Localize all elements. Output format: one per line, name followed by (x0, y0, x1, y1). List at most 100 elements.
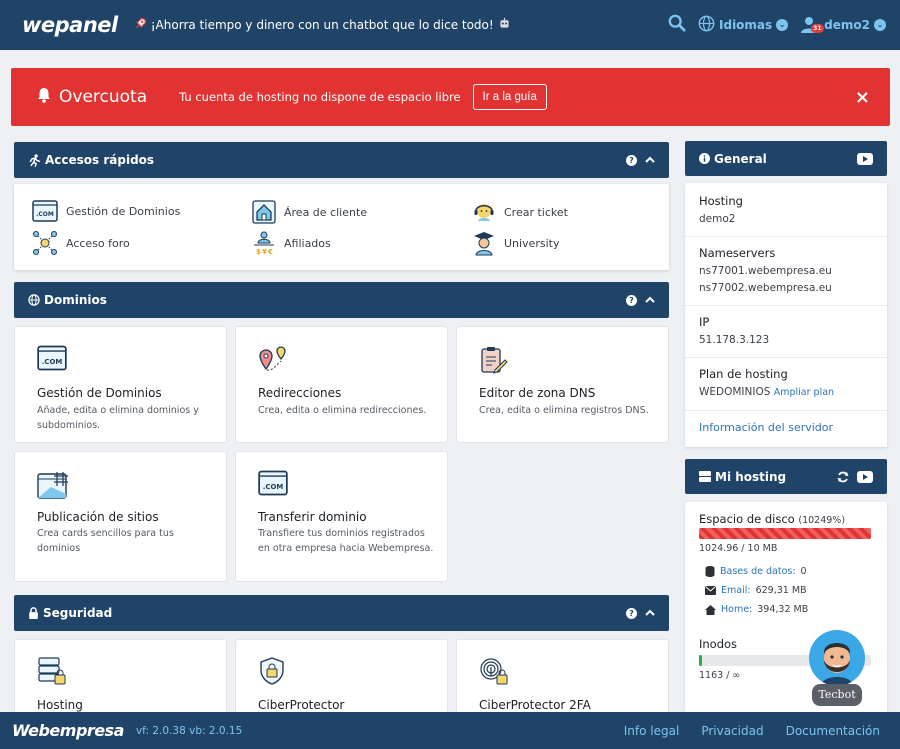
domains-header[interactable]: Dominios ? (14, 282, 669, 318)
security-header[interactable]: Seguridad ? (14, 595, 669, 631)
card-ciberprotector-2fa[interactable]: CiberProtector 2FA (456, 639, 669, 719)
help-icon[interactable]: ? (626, 607, 637, 619)
languages-label: Idiomas (719, 18, 773, 32)
quick-link-label: Gestión de Dominios (66, 204, 181, 218)
home-line: Home: 394,32 MB (705, 604, 873, 615)
promo-text: ¡Ahorra tiempo y dinero con un chatbot q… (150, 18, 494, 32)
databases-line: Bases de datos: 0 (705, 566, 873, 577)
help-icon[interactable]: ? (626, 294, 637, 306)
footer-link-legal[interactable]: Info legal (624, 724, 680, 738)
card-ciberprotector[interactable]: CiberProtector (235, 639, 448, 719)
help-icon[interactable]: ? (626, 154, 637, 166)
inodes-bar-fill (699, 655, 703, 666)
card-domain-management[interactable]: .COM Gestión de Dominios Añade, edita o … (14, 326, 227, 443)
card-transfer-domain[interactable]: .COM Transferir dominio Transfiere tus d… (235, 451, 448, 582)
server-info-link[interactable]: Información del servidor (699, 421, 873, 434)
card-title: Editor de zona DNS (479, 386, 596, 400)
quick-link-domains[interactable]: .COM Gestión de Dominios (32, 200, 180, 222)
alert-title: Overcuota (59, 87, 148, 107)
user-icon: 31 (800, 15, 824, 35)
webempresa-logo[interactable]: Webempresa (12, 721, 124, 740)
card-site-publishing[interactable]: Publicación de sitios Crea cards sencill… (14, 451, 227, 582)
quick-link-label: Acceso foro (66, 236, 130, 250)
my-hosting-header[interactable]: Mi hosting (685, 459, 887, 494)
quick-link-affiliates[interactable]: $ ¥ € Afiliados (252, 230, 331, 256)
top-bar: wepanel ¡Ahorra tiempo y dinero con un c… (0, 0, 900, 50)
running-icon (28, 153, 41, 167)
card-description: Añade, edita o elimina dominios y subdom… (37, 405, 199, 431)
lock-icon (28, 607, 39, 619)
email-value: 629,31 MB (755, 585, 807, 596)
card-title: CiberProtector 2FA (479, 698, 591, 712)
dotcom-icon: .COM (37, 345, 67, 371)
section-title: Seguridad (43, 606, 113, 620)
quick-access-header[interactable]: Accesos rápidos ? (14, 142, 669, 178)
footer-link-docs[interactable]: Documentación (786, 724, 880, 738)
youtube-icon[interactable] (857, 470, 873, 483)
nameserver-2: ns77002.webempresa.eu (699, 282, 832, 294)
refresh-icon[interactable] (837, 471, 849, 483)
map-pin-icon (259, 346, 286, 371)
youtube-icon[interactable] (857, 152, 873, 165)
databases-value: 0 (800, 566, 807, 577)
databases-label: Bases de datos: (720, 566, 796, 577)
support-agent-icon (474, 204, 494, 221)
notification-badge: 31 (811, 24, 824, 33)
database-icon (705, 566, 715, 577)
chevron-up-icon[interactable] (645, 155, 655, 165)
disk-usage-bar (699, 528, 871, 539)
card-title: Hosting (37, 698, 83, 712)
tecbot-chat-widget[interactable]: Tecbot (808, 630, 866, 706)
version-text: vf: 2.0.38 vb: 2.0.15 (135, 724, 243, 737)
quick-link-label: Afiliados (284, 236, 331, 250)
ip-label: IP (699, 315, 710, 329)
svg-text:.COM: .COM (42, 358, 63, 366)
svg-text:€: € (267, 248, 273, 256)
envelope-icon (705, 586, 716, 595)
upgrade-plan-link[interactable]: Ampliar plan (774, 387, 834, 398)
alert-message: Tu cuenta de hosting no dispone de espac… (179, 90, 461, 104)
general-header[interactable]: General (685, 141, 887, 176)
languages-menu[interactable]: Idiomas ⌄ (698, 15, 789, 35)
card-title: Redirecciones (258, 386, 342, 400)
quick-link-label: Crear ticket (504, 205, 568, 219)
wepanel-logo[interactable]: wepanel (22, 13, 118, 37)
chevron-up-icon[interactable] (645, 608, 655, 618)
quick-link-label: University (504, 236, 560, 250)
promo-banner[interactable]: ¡Ahorra tiempo y dinero con un chatbot q… (134, 17, 511, 33)
quick-link-forum[interactable]: Acceso foro (32, 230, 130, 256)
dotcom-icon: .COM (32, 200, 58, 222)
nameservers-label: Nameservers (699, 246, 776, 260)
home-icon (705, 604, 716, 615)
quick-access-panel: .COM Gestión de Dominios Área de cliente… (14, 184, 669, 270)
card-description: Crea, edita o elimina registros DNS. (479, 405, 649, 416)
network-icon (33, 231, 57, 255)
card-description: Transfiere tus dominios registrados en o… (258, 528, 434, 554)
section-title: General (714, 151, 767, 166)
card-redirects[interactable]: Redirecciones Crea, edita o elimina redi… (235, 326, 448, 443)
search-icon[interactable] (668, 14, 686, 36)
robot-icon (498, 17, 511, 33)
quick-link-label: Área de cliente (284, 205, 368, 219)
hosting-value: demo2 (699, 213, 736, 225)
guide-button[interactable]: Ir a la guía (472, 84, 547, 110)
svg-text:¥: ¥ (262, 248, 267, 256)
nameserver-1: ns77001.webempresa.eu (699, 265, 832, 277)
card-security-hosting[interactable]: Hosting (14, 639, 227, 719)
close-icon[interactable]: × (855, 87, 870, 108)
user-menu[interactable]: 31 demo2 ⌄ (800, 15, 886, 35)
chevron-up-icon[interactable] (645, 295, 655, 305)
quick-link-university[interactable]: University (472, 230, 560, 256)
quick-link-client-area[interactable]: Área de cliente (252, 200, 367, 224)
disk-usage-text: 1024.96 / 10 MB (699, 543, 778, 554)
hosting-label: Hosting (699, 194, 743, 208)
general-panel: Hosting demo2 Nameservers ns77001.webemp… (685, 183, 887, 447)
fingerprint-lock-icon (480, 658, 508, 685)
chevron-down-icon: ⌄ (776, 19, 789, 31)
home-label: Home: (721, 604, 753, 615)
card-dns-editor[interactable]: Editor de zona DNS Crea, edita o elimina… (456, 326, 669, 443)
quick-link-create-ticket[interactable]: Crear ticket (472, 200, 568, 224)
section-title: Accesos rápidos (45, 153, 155, 167)
footer-link-privacy[interactable]: Privacidad (701, 724, 763, 738)
dotcom-icon: .COM (258, 470, 288, 496)
